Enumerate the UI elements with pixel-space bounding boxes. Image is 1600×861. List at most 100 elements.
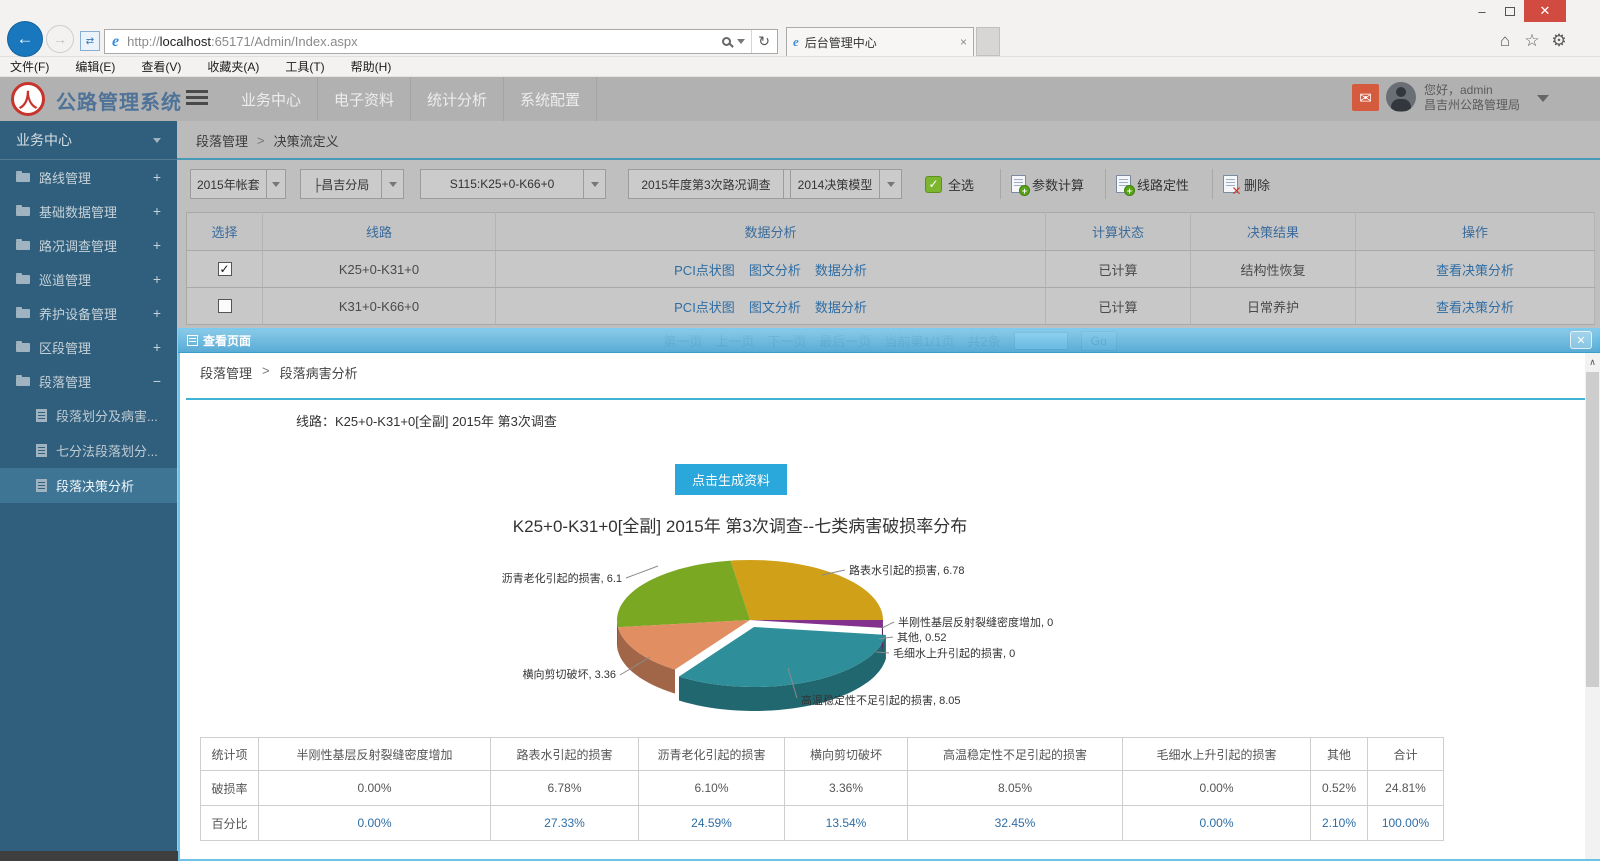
table-row: ✓K25+0-K31+0PCI点状图图文分析数据分析已计算结构性恢复查看决策分析 — [187, 251, 1595, 288]
toolbar-button-label: 线路定性 — [1137, 175, 1189, 194]
chevron-down-icon — [153, 138, 161, 143]
user-avatar[interactable] — [1386, 82, 1416, 112]
expand-plus-icon[interactable]: + — [153, 203, 161, 219]
favorites-star-icon[interactable]: ☆ — [1521, 31, 1543, 51]
参数计算-button[interactable]: +参数计算 — [1000, 169, 1094, 199]
sidebar-item-label: 段落管理 — [39, 372, 91, 391]
select-all-button[interactable]: ✓全选 — [915, 169, 984, 199]
analysis-link[interactable]: 图文分析 — [749, 300, 801, 315]
sidebar-section-header[interactable]: 业务中心 — [0, 121, 177, 160]
doc-plus-icon: + — [1116, 175, 1131, 193]
sidebar-subitem-active[interactable]: 段落决策分析 — [0, 468, 177, 503]
dropdown-arrow-icon[interactable] — [583, 170, 605, 198]
dropdown-arrow-icon[interactable] — [266, 170, 285, 198]
settings-gear-icon[interactable]: ⚙ — [1548, 31, 1570, 51]
analysis-link[interactable]: PCI点状图 — [674, 300, 735, 315]
folder-icon — [16, 309, 30, 318]
dropdown-arrow-icon[interactable] — [879, 170, 901, 198]
filter-dropdown-value: 2015年度第3次路况调查 — [629, 176, 783, 193]
filter-dropdown[interactable]: S115:K25+0-K66+0 — [420, 169, 606, 199]
row-checkbox[interactable] — [218, 299, 232, 313]
sidebar-item[interactable]: 段落管理 − — [0, 364, 177, 398]
segments-table: 选择线路数据分析计算状态决策结果操作✓K25+0-K31+0PCI点状图图文分析… — [186, 212, 1595, 325]
menu-item[interactable]: 文件(F) — [10, 58, 49, 75]
badge: + — [1124, 185, 1135, 196]
filter-dropdown[interactable]: ├昌吉分局 — [300, 169, 404, 199]
stats-column-header: 其他 — [1311, 738, 1368, 771]
nav-item[interactable]: 统计分析 — [411, 77, 504, 121]
analysis-link[interactable]: 数据分析 — [815, 300, 867, 315]
sidebar-item[interactable]: 养护设备管理+ — [0, 296, 177, 330]
modal-titlebar[interactable]: 查看页面 ✕ — [178, 328, 1600, 353]
breadcrumb-item[interactable]: 段落管理 — [196, 131, 248, 150]
browser-tab[interactable]: e 后台管理中心 × — [786, 27, 974, 56]
scroll-up-icon[interactable]: ∧ — [1585, 355, 1600, 370]
window-maximize-button[interactable] — [1496, 0, 1524, 22]
mail-icon[interactable]: ✉ — [1352, 84, 1379, 111]
new-tab-button[interactable] — [976, 27, 1000, 56]
nav-item[interactable]: 业务中心 — [225, 77, 318, 121]
window-minimize-button[interactable]: – — [1468, 0, 1496, 22]
sidebar-item[interactable]: 路况调查管理+ — [0, 228, 177, 262]
filter-dropdown[interactable]: 2015年度第3次路况调查 — [628, 169, 806, 199]
chevron-down-icon — [591, 182, 599, 187]
menu-item[interactable]: 编辑(E) — [75, 58, 115, 75]
nav-item[interactable]: 系统配置 — [504, 77, 597, 121]
filter-dropdown[interactable]: 2014决策模型 — [790, 169, 902, 199]
view-decision-link[interactable]: 查看决策分析 — [1436, 263, 1514, 278]
collapse-minus-icon[interactable]: − — [153, 373, 161, 389]
user-menu-chevron-icon[interactable] — [1537, 95, 1549, 102]
analysis-link[interactable]: 数据分析 — [815, 263, 867, 278]
nav-item[interactable]: 电子资料 — [318, 77, 411, 121]
back-button[interactable]: ← — [8, 22, 42, 56]
row-checkbox-checked[interactable]: ✓ — [218, 262, 232, 276]
menu-item[interactable]: 查看(V) — [141, 58, 181, 75]
chevron-down-icon — [887, 182, 895, 187]
forward-button[interactable]: → — [46, 25, 74, 53]
expand-plus-icon[interactable]: + — [153, 305, 161, 321]
menu-item[interactable]: 工具(T) — [285, 58, 324, 75]
expand-plus-icon[interactable]: + — [153, 169, 161, 185]
menu-item[interactable]: 收藏夹(A) — [207, 58, 259, 75]
breadcrumb-item[interactable]: 段落管理 — [200, 363, 252, 382]
expand-plus-icon[interactable]: + — [153, 271, 161, 287]
sidebar-item[interactable]: 区段管理 + — [0, 330, 177, 364]
home-icon[interactable]: ⌂ — [1494, 31, 1516, 51]
scrollbar-thumb[interactable] — [1586, 372, 1599, 687]
tab-close-icon[interactable]: × — [960, 35, 967, 49]
删除-button[interactable]: ✕删除 — [1212, 169, 1280, 199]
sidebar-item-label: 区段管理 — [39, 338, 91, 357]
sidebar-subitem[interactable]: 七分法段落划分... — [0, 433, 177, 468]
modal-close-button[interactable]: ✕ — [1570, 331, 1592, 349]
stats-value: 24.59% — [639, 806, 785, 841]
sidebar-item[interactable]: 路线管理+ — [0, 160, 177, 194]
hamburger-menu-icon[interactable] — [186, 90, 208, 93]
menu-item[interactable]: 帮助(H) — [351, 58, 392, 75]
browser-menu-bar: 文件(F) 编辑(E) 查看(V) 收藏夹(A) 工具(T) 帮助(H) — [0, 57, 1600, 77]
stats-column-header: 半刚性基层反射裂缝密度增加 — [259, 738, 491, 771]
view-decision-link[interactable]: 查看决策分析 — [1436, 300, 1514, 315]
analysis-link[interactable]: 图文分析 — [749, 263, 801, 278]
线路定性-button[interactable]: +线路定性 — [1105, 169, 1199, 199]
modal-scrollbar[interactable]: ∧ — [1585, 353, 1600, 859]
expand-plus-icon[interactable]: + — [153, 237, 161, 253]
expand-plus-icon[interactable]: + — [153, 339, 161, 355]
sidebar-item[interactable]: 基础数据管理+ — [0, 194, 177, 228]
sidebar-subitem[interactable]: 段落划分及病害... — [0, 398, 177, 433]
search-icon[interactable] — [722, 37, 731, 46]
stats-value: 100.00% — [1368, 806, 1444, 841]
window-close-button[interactable]: ✕ — [1524, 0, 1566, 22]
url-host: localhost — [160, 34, 211, 49]
address-bar[interactable]: e http://localhost:65171/Admin/Index.asp… — [104, 29, 778, 54]
sidebar-item[interactable]: 巡道管理+ — [0, 262, 177, 296]
refresh-icon[interactable]: ↻ — [758, 33, 770, 50]
doc-delete-icon: ✕ — [1223, 175, 1238, 193]
dropdown-arrow-icon[interactable] — [381, 170, 403, 198]
stats-row: 破损率0.00%6.78%6.10%3.36%8.05%0.00%0.52%24… — [201, 771, 1444, 806]
top-navigation: 业务中心电子资料统计分析系统配置 — [225, 77, 597, 121]
address-dropdown-icon[interactable] — [737, 39, 745, 44]
generate-data-button[interactable]: 点击生成资料 — [675, 464, 787, 495]
filter-dropdown[interactable]: 2015年帐套 — [190, 169, 286, 199]
analysis-link[interactable]: PCI点状图 — [674, 263, 735, 278]
compatibility-view-icon[interactable]: ⇄ — [80, 31, 100, 51]
